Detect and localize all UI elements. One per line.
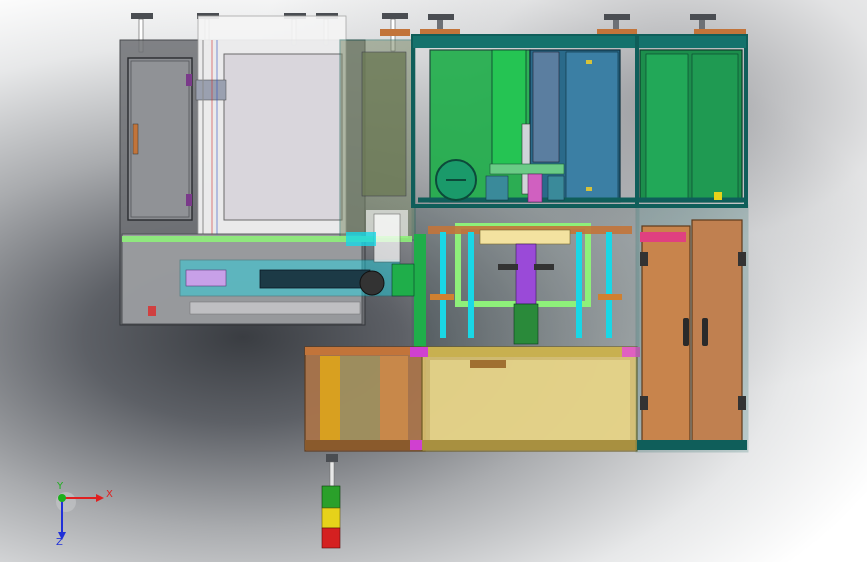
x-axis-label: X (106, 489, 113, 500)
z-axis-label: Z (56, 537, 63, 548)
signal-tower-icon[interactable] (321, 454, 341, 549)
upper-frame-right[interactable] (411, 34, 748, 208)
door-handle-icon (683, 318, 689, 346)
y-axis-label: Y (56, 481, 64, 492)
lower-cabinet-center[interactable] (410, 346, 640, 452)
machine-assembly-drawing[interactable] (0, 0, 867, 562)
lower-cabinet-right[interactable] (635, 204, 749, 453)
middle-guard-panel (339, 39, 416, 241)
coordinate-triad-icon: X Y Z (56, 481, 113, 548)
lower-cabinet-left[interactable] (304, 346, 426, 452)
coordinate-triad: X Y Z (40, 478, 120, 548)
cad-viewport[interactable]: X Y Z (0, 0, 867, 562)
work-zone[interactable] (411, 204, 640, 350)
door-handle-icon (702, 318, 708, 346)
door-handle-icon (132, 123, 139, 155)
